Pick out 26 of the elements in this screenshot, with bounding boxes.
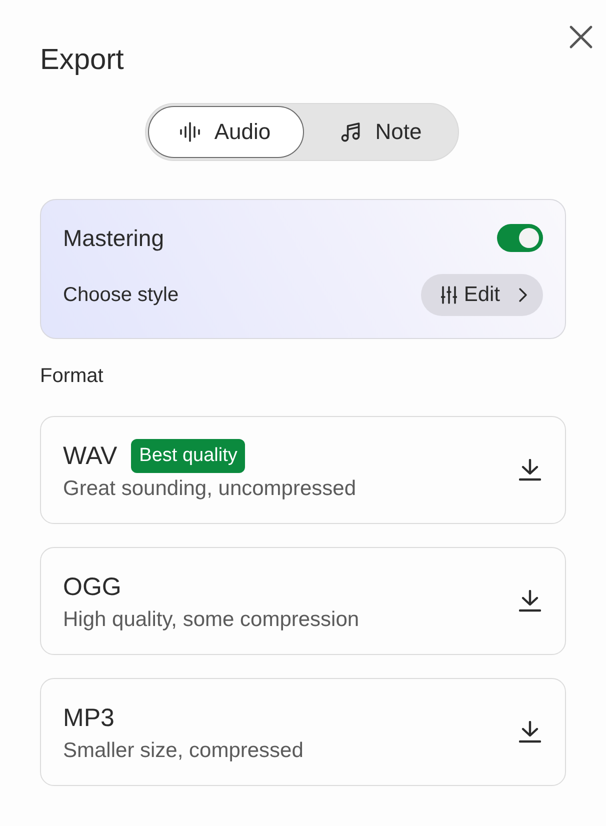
download-icon[interactable] <box>519 721 541 743</box>
format-description: Smaller size, compressed <box>63 739 304 763</box>
mastering-label: Mastering <box>63 224 164 252</box>
format-option-card[interactable]: WAV Best quality Great sounding, uncompressed <box>40 416 566 524</box>
chevron-right-icon <box>519 288 527 302</box>
quality-badge: Best quality <box>131 439 246 473</box>
format-name: OGG <box>63 572 122 602</box>
download-icon[interactable] <box>519 459 541 481</box>
format-heading: Format <box>40 364 104 389</box>
waveform-icon <box>180 122 200 142</box>
format-description: High quality, some compression <box>63 608 360 632</box>
format-name: MP3 <box>63 704 114 732</box>
edit-button[interactable]: Edit <box>420 274 543 316</box>
music-note-icon <box>341 122 362 142</box>
mastering-toggle[interactable] <box>497 224 543 252</box>
tab[interactable]: Audio <box>148 106 304 158</box>
format-description: Great sounding, uncompressed <box>63 477 356 501</box>
dialog-title: Export <box>40 43 124 78</box>
format-option-card[interactable]: MP3 Smaller size, compressed <box>40 678 566 786</box>
sliders-icon <box>440 286 457 304</box>
format-option-card[interactable]: OGG High quality, some compression <box>40 547 566 655</box>
download-icon[interactable] <box>519 590 541 612</box>
format-name: WAV <box>63 442 118 470</box>
close-icon[interactable] <box>569 25 593 49</box>
choose-style-label: Choose style <box>63 284 179 306</box>
tab[interactable]: Note <box>304 106 460 158</box>
